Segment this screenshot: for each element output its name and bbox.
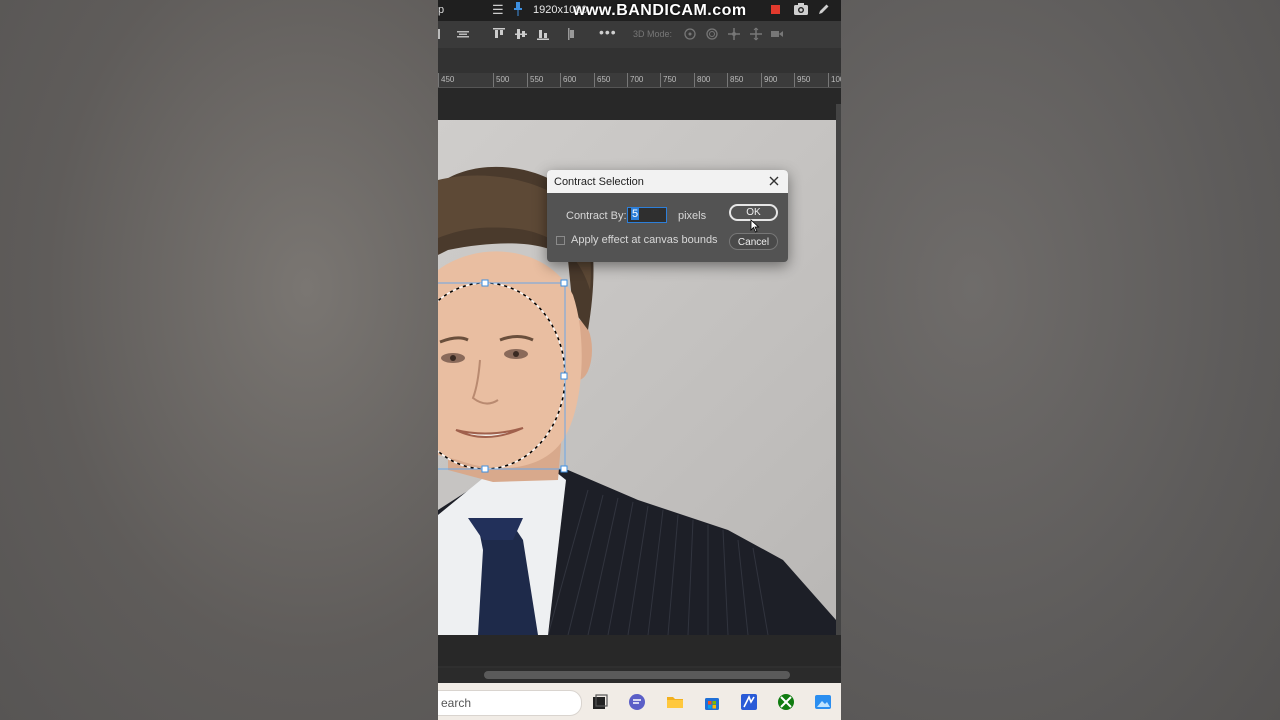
- taskbar-search-text: earch: [441, 696, 472, 710]
- task-view-icon[interactable]: [591, 693, 609, 711]
- 3d-orbit-icon[interactable]: [683, 27, 697, 41]
- taskbar-search-box[interactable]: earch: [438, 690, 582, 716]
- photos-icon[interactable]: [814, 693, 832, 711]
- panel-gap: [438, 48, 841, 73]
- ruler-tick: 650: [594, 73, 610, 87]
- vertical-scrollbar[interactable]: [836, 104, 841, 659]
- ruler-tick: 500: [493, 73, 509, 87]
- ruler-tick: 800: [694, 73, 710, 87]
- xbox-icon[interactable]: [777, 693, 795, 711]
- contract-by-label: Contract By:: [566, 210, 627, 222]
- store-icon[interactable]: [703, 693, 721, 711]
- 3d-slide-icon[interactable]: [749, 27, 763, 41]
- app-name-fragment: p: [438, 4, 445, 16]
- canvas-bottom-area: [438, 635, 841, 665]
- hamburger-menu-icon[interactable]: ☰: [492, 2, 504, 18]
- units-label: pixels: [678, 210, 707, 222]
- ruler-tick: 700: [627, 73, 643, 87]
- apply-at-canvas-bounds-checkbox[interactable]: [556, 236, 565, 245]
- contract-by-input[interactable]: 5: [627, 207, 667, 223]
- horizontal-scrollbar-thumb[interactable]: [484, 671, 790, 679]
- dialog-header: Contract Selection: [547, 170, 788, 193]
- left-blurred-background: [0, 0, 438, 720]
- pin-icon[interactable]: [514, 2, 522, 16]
- record-indicator-icon[interactable]: [771, 5, 780, 14]
- camera-icon[interactable]: [794, 3, 808, 15]
- align-vertical-center-icon[interactable]: [514, 27, 528, 41]
- 3d-roll-icon[interactable]: [705, 27, 719, 41]
- dialog-title: Contract Selection: [554, 176, 644, 188]
- ruler-tick: 550: [527, 73, 543, 87]
- contract-by-value: 5: [631, 208, 640, 220]
- windows-taskbar: earch: [438, 683, 841, 720]
- contract-selection-dialog: Contract Selection Contract By: 5 pixels…: [547, 170, 788, 262]
- more-options-icon[interactable]: •••: [599, 24, 617, 40]
- right-blurred-background: [841, 0, 1280, 720]
- align-center-icon[interactable]: [438, 27, 452, 41]
- apply-at-canvas-bounds-label[interactable]: Apply effect at canvas bounds: [571, 234, 718, 246]
- 3d-pan-icon[interactable]: [727, 27, 741, 41]
- ruler-tick: 450: [438, 73, 454, 87]
- close-icon[interactable]: [767, 174, 781, 188]
- options-bar: ••• 3D Mode:: [438, 21, 841, 49]
- distribute-icon[interactable]: [456, 27, 470, 41]
- title-bar: p ☰ 1920x1080 www.BANDICAM.com: [438, 0, 841, 21]
- sketch-app-icon[interactable]: [740, 693, 758, 711]
- mouse-cursor-icon: [750, 219, 760, 233]
- ruler-tick: 850: [727, 73, 743, 87]
- 3d-mode-label: 3D Mode:: [633, 29, 673, 39]
- ruler-tick: 100: [828, 73, 841, 87]
- file-explorer-icon[interactable]: [666, 693, 684, 711]
- align-top-icon[interactable]: [492, 27, 506, 41]
- chat-icon[interactable]: [628, 693, 646, 711]
- 3d-camera-icon[interactable]: [770, 27, 784, 41]
- align-left-edges-icon[interactable]: [564, 27, 578, 41]
- bandicam-watermark: www.BANDICAM.com: [573, 2, 747, 19]
- photoshop-window: p ☰ 1920x1080 www.BANDICAM.com ••• 3D Mo…: [438, 0, 841, 720]
- horizontal-scrollbar[interactable]: [438, 668, 841, 683]
- ruler-tick: 900: [761, 73, 777, 87]
- align-bottom-icon[interactable]: [536, 27, 550, 41]
- horizontal-ruler: 450 500 550 600 650 700 750 800 850 900 …: [438, 73, 841, 88]
- ruler-tick: 950: [794, 73, 810, 87]
- pencil-icon[interactable]: [818, 3, 830, 15]
- ruler-tick: 600: [560, 73, 576, 87]
- ruler-tick: 750: [660, 73, 676, 87]
- cancel-button[interactable]: Cancel: [729, 233, 778, 250]
